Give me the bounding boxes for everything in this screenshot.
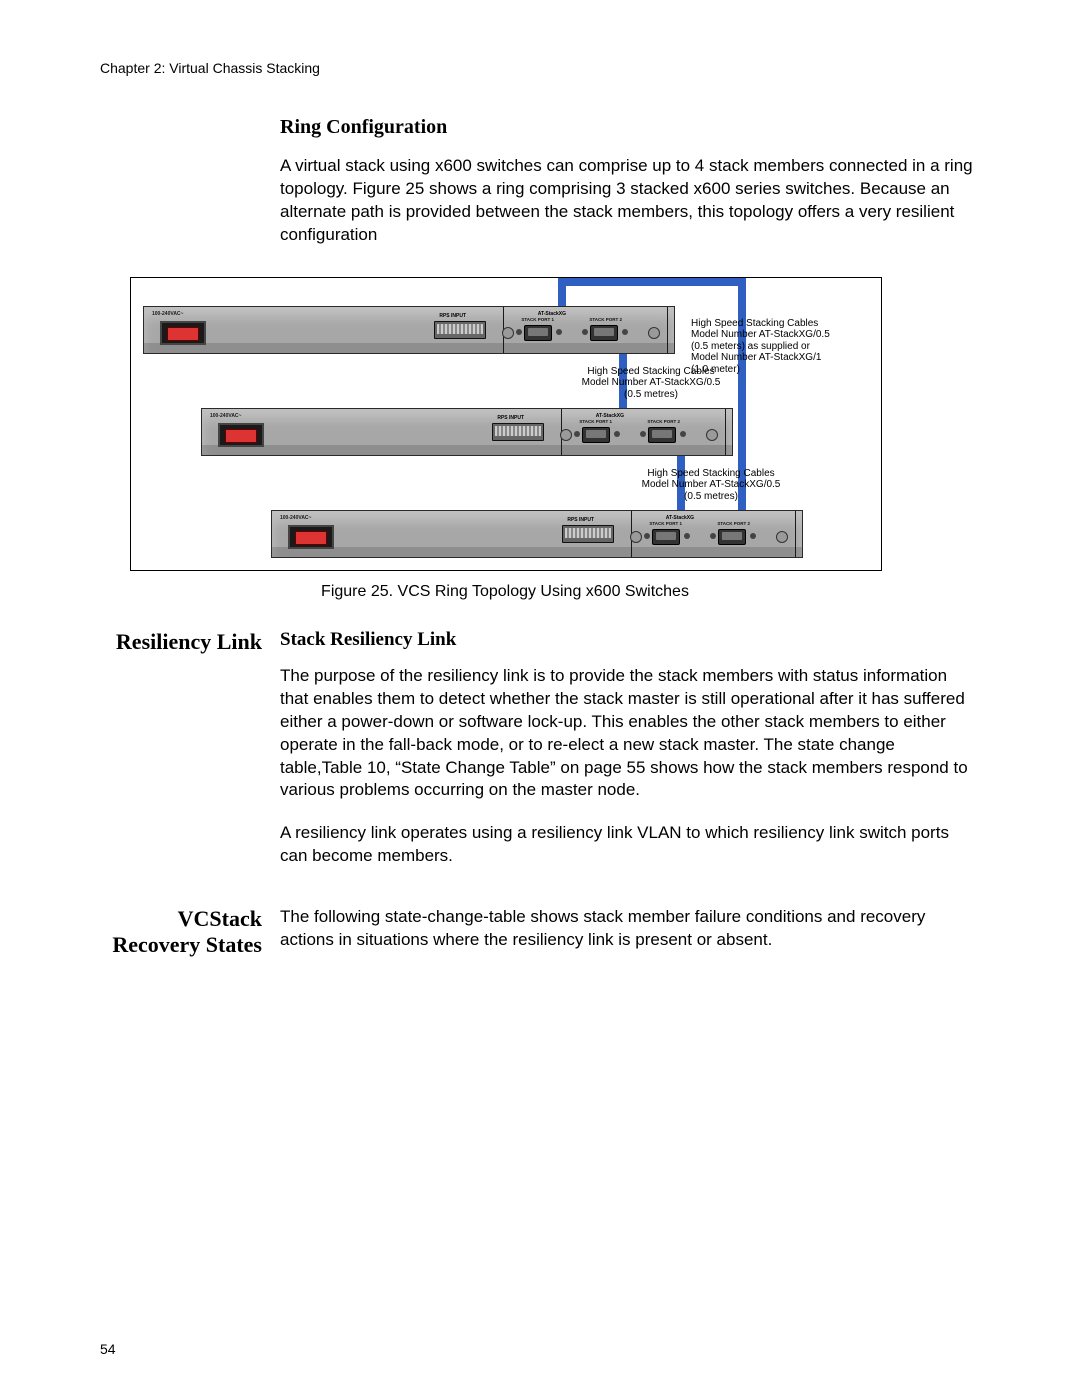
vcstack-recovery-body: The following state-change-table shows s… <box>280 906 980 952</box>
figure-25: 100-240VAC~ RPS INPUT AT-StackXG STACK P… <box>130 277 882 571</box>
stack-port1-label: STACK PORT 1 <box>579 419 612 424</box>
screw-icon <box>684 533 690 539</box>
switch-2: 100-240VAC~ RPS INPUT AT-StackXG STACK P… <box>201 408 733 456</box>
screw-icon <box>630 531 642 543</box>
figure-25-caption: Figure 25. VCS Ring Topology Using x600 … <box>130 583 880 601</box>
rps-input-label: RPS INPUT <box>567 517 594 523</box>
power-rating-label: 100-240VAC~ <box>152 311 183 317</box>
divider <box>667 307 668 353</box>
rps-port-icon <box>434 321 486 339</box>
ring-config-body: A virtual stack using x600 switches can … <box>280 155 980 247</box>
screw-icon <box>560 429 572 441</box>
stack-resiliency-link-title: Stack Resiliency Link <box>280 629 980 651</box>
rps-input-label: RPS INPUT <box>439 313 466 319</box>
screw-icon <box>516 329 522 335</box>
power-rating-label: 100-240VAC~ <box>280 515 311 521</box>
screw-icon <box>648 327 660 339</box>
stack-port2-label: STACK PORT 2 <box>589 317 622 322</box>
resiliency-paragraph-1: The purpose of the resiliency link is to… <box>280 665 980 803</box>
vcstack-recovery-side-heading: VCStack Recovery States <box>100 906 280 957</box>
page: Chapter 2: Virtual Chassis Stacking Ring… <box>0 0 1080 1397</box>
stack-port-icon <box>718 529 746 545</box>
rps-port-icon <box>562 525 614 543</box>
stack-port2-label: STACK PORT 2 <box>717 521 750 526</box>
power-socket-icon <box>288 525 334 549</box>
screw-icon <box>776 531 788 543</box>
screw-icon <box>706 429 718 441</box>
chapter-header: Chapter 2: Virtual Chassis Stacking <box>100 60 980 76</box>
stack-port-icon <box>590 325 618 341</box>
screw-icon <box>556 329 562 335</box>
cable-annotation-mid2: High Speed Stacking Cables Model Number … <box>611 468 811 503</box>
stacking-cable <box>558 278 746 286</box>
page-number: 54 <box>100 1341 116 1357</box>
switch-3: 100-240VAC~ RPS INPUT AT-StackXG STACK P… <box>271 510 803 558</box>
divider <box>795 511 796 557</box>
stack-port1-label: STACK PORT 1 <box>649 521 682 526</box>
screw-icon <box>710 533 716 539</box>
screw-icon <box>614 431 620 437</box>
rps-port-icon <box>492 423 544 441</box>
ring-config-section: Ring Configuration A virtual stack using… <box>280 116 980 247</box>
stack-port-icon <box>582 427 610 443</box>
screw-icon <box>502 327 514 339</box>
divider <box>725 409 726 455</box>
power-rating-label: 100-240VAC~ <box>210 413 241 419</box>
screw-icon <box>750 533 756 539</box>
vcstack-recovery-section: VCStack Recovery States The following st… <box>100 906 980 972</box>
rps-input-label: RPS INPUT <box>497 415 524 421</box>
screw-icon <box>640 431 646 437</box>
switch-1: 100-240VAC~ RPS INPUT AT-StackXG STACK P… <box>143 306 675 354</box>
stack-port-icon <box>524 325 552 341</box>
stack-port-icon <box>652 529 680 545</box>
resiliency-paragraph-2: A resiliency link operates using a resil… <box>280 822 980 868</box>
screw-icon <box>644 533 650 539</box>
cable-annotation-mid1: High Speed Stacking Cables Model Number … <box>551 366 751 401</box>
resiliency-link-side-heading: Resiliency Link <box>100 629 280 654</box>
screw-icon <box>622 329 628 335</box>
stack-port1-label: STACK PORT 1 <box>521 317 554 322</box>
screw-icon <box>680 431 686 437</box>
power-socket-icon <box>160 321 206 345</box>
stack-port-icon <box>648 427 676 443</box>
screw-icon <box>574 431 580 437</box>
power-socket-icon <box>218 423 264 447</box>
stack-port2-label: STACK PORT 2 <box>647 419 680 424</box>
resiliency-link-section: Resiliency Link Stack Resiliency Link Th… <box>100 629 980 889</box>
ring-config-title: Ring Configuration <box>280 116 980 139</box>
screw-icon <box>582 329 588 335</box>
